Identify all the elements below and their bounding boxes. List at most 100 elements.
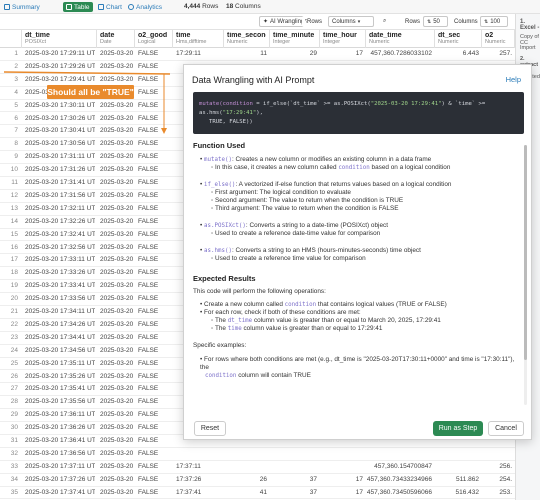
step-1-title[interactable]: 1. Excel -	[520, 19, 540, 31]
table-cell: FALSE	[138, 295, 159, 303]
example-1: • For rows where both conditions are met…	[200, 356, 515, 371]
table-cell: FALSE	[138, 282, 159, 290]
f2-sub-3: ◦ Third argument: The value to return wh…	[211, 205, 399, 212]
step-1-import[interactable]: Import	[520, 45, 536, 51]
table-cell: 2025-03-20 17:32:41 UTC	[25, 230, 95, 238]
table-row[interactable]: 35 2025-03-20 17:37:41 UTC 2025-03-20 FALSE…	[0, 487, 515, 500]
tab-table[interactable]: Table	[63, 2, 93, 12]
tab-chart[interactable]: Chart	[98, 2, 122, 12]
specific-examples-heading: Specific examples:	[193, 342, 247, 349]
column-type: Date	[100, 39, 112, 45]
reset-button[interactable]: Reset	[194, 421, 226, 436]
table-cell: 29	[309, 50, 317, 57]
table-cell: 37	[309, 475, 317, 483]
column-type: Numeric	[369, 39, 390, 45]
table-cell: 2025-03-20	[100, 204, 133, 212]
column-type: Numeric	[485, 39, 506, 45]
table-cell: FALSE	[138, 424, 159, 432]
column-type: POSIXct	[25, 39, 47, 45]
table-cell: 2025-03-20	[100, 346, 133, 354]
column-header-o2[interactable]: o2 Numeric	[482, 30, 515, 48]
table-row[interactable]: 32 2025-03-20 17:36:56 UTC 2025-03-20 FALSE	[0, 448, 515, 461]
table-cell: FALSE	[138, 191, 159, 199]
table-cell: 41	[259, 488, 267, 496]
cancel-button[interactable]: Cancel	[488, 421, 524, 436]
table-cell: 2025-03-20	[100, 282, 133, 290]
column-header-time-hour[interactable]: time_hour Integer	[320, 30, 366, 48]
column-header-time[interactable]: time Hms,difftime	[173, 30, 224, 48]
scrollbar-thumb[interactable]	[524, 145, 527, 360]
rows-select[interactable]: ⇅ 50	[423, 16, 448, 27]
row-number: 35	[10, 488, 18, 496]
f1-item: • mutate(): Creates a new column or modi…	[200, 156, 432, 163]
table-cell: 2025-03-20 17:37:11 UTC	[25, 462, 95, 470]
table-cell: 2025-03-20	[100, 243, 133, 251]
column-type: Logical	[138, 39, 156, 45]
search-icon[interactable]: ⌕	[380, 16, 390, 27]
annotation-label: Should all be "TRUE"	[47, 85, 134, 99]
table-cell: 17:37:26	[176, 475, 202, 483]
table-cell: 2025-03-20 17:31:11 UTC	[25, 153, 95, 161]
annotation-line	[3, 71, 171, 75]
tab-summary[interactable]: Summary	[4, 2, 40, 12]
table-row[interactable]: 34 2025-03-20 17:37:26 UTC 2025-03-20 FALSE…	[0, 474, 515, 487]
run-as-step-button[interactable]: Run as Step	[433, 421, 483, 436]
table-cell: 457,360.73433234966	[366, 475, 432, 483]
row-number: 27	[10, 385, 18, 393]
table-cell: FALSE	[138, 411, 159, 419]
dialog-scrollbar[interactable]	[524, 145, 527, 405]
table-cell: 2025-03-20 17:36:11 UTC	[25, 411, 95, 419]
table-cell: 2025-03-20 17:32:26 UTC	[25, 217, 95, 225]
table-cell: FALSE	[138, 256, 159, 264]
top-nav: Summary Table Chart Analytics 4,444 Rows…	[0, 0, 540, 14]
row-number: 30	[10, 424, 18, 432]
table-cell: 2025-03-20	[100, 449, 133, 457]
table-cell: FALSE	[138, 359, 159, 367]
table-cell: 17:37:11	[176, 462, 201, 470]
row-number: 18	[10, 269, 18, 277]
column-header-time-minute[interactable]: time_minute Integer	[270, 30, 320, 48]
row-number: 12	[10, 191, 18, 199]
table-cell: 2025-03-20 17:36:26 UTC	[25, 424, 95, 432]
f1-sub: ◦ In this case, it creates a new column …	[211, 164, 451, 171]
row-number: 10	[10, 166, 18, 174]
column-name: time_second	[227, 32, 266, 39]
table-cell: 457,360.7286033102	[370, 50, 432, 57]
column-header-date[interactable]: date Date	[97, 30, 135, 48]
table-cell: 2025-03-20 17:33:26 UTC	[25, 269, 95, 277]
column-header-dt-time[interactable]: dt_time POSIXct	[22, 30, 97, 48]
row-number: 23	[10, 333, 18, 341]
table-cell: 2025-03-20	[100, 398, 133, 406]
row-number: 26	[10, 372, 18, 380]
row-number-header	[0, 30, 22, 48]
column-name: dt_time	[25, 32, 50, 39]
table-cell: 2025-03-20	[100, 333, 133, 341]
e2-item: • For each row, check if both of these c…	[200, 309, 361, 316]
tab-analytics[interactable]: Analytics	[128, 2, 162, 12]
table-cell: 253.	[499, 488, 512, 496]
row-number: 31	[10, 437, 18, 444]
e1-item: • Create a new column called condition t…	[200, 301, 447, 308]
columns-select[interactable]: ⇅ 100	[480, 16, 508, 27]
table-cell: 2025-03-20	[100, 179, 133, 186]
help-link[interactable]: Help	[506, 75, 521, 84]
row-number: 32	[10, 449, 18, 457]
rows-button[interactable]: Rows	[307, 16, 323, 27]
column-header-o2-good[interactable]: o2_good Logical	[135, 30, 173, 48]
column-header-time-second[interactable]: time_second Numeric	[224, 30, 270, 48]
table-cell: FALSE	[138, 333, 159, 341]
table-cell: 2025-03-20 17:34:26 UTC	[25, 320, 95, 328]
table-cell: 6.443	[462, 50, 479, 57]
table-cell: 2025-03-20 17:34:56 UTC	[25, 346, 95, 354]
table-cell: 254.	[499, 475, 512, 483]
column-name: time_minute	[273, 32, 315, 39]
table-cell: 2025-03-20	[100, 320, 133, 328]
table-cell: FALSE	[138, 437, 159, 444]
column-header-date-time[interactable]: date_time Numeric	[366, 30, 435, 48]
table-cell: 2025-03-20	[100, 191, 133, 199]
table-row[interactable]: 33 2025-03-20 17:37:11 UTC 2025-03-20 FALSE…	[0, 461, 515, 474]
column-type: Integer	[273, 39, 291, 45]
columns-button[interactable]: Columns ▾	[328, 16, 374, 27]
table-cell: 2025-03-20 17:33:11 UTC	[25, 256, 95, 264]
column-header-dt-sec[interactable]: dt_sec Numeric	[435, 30, 482, 48]
